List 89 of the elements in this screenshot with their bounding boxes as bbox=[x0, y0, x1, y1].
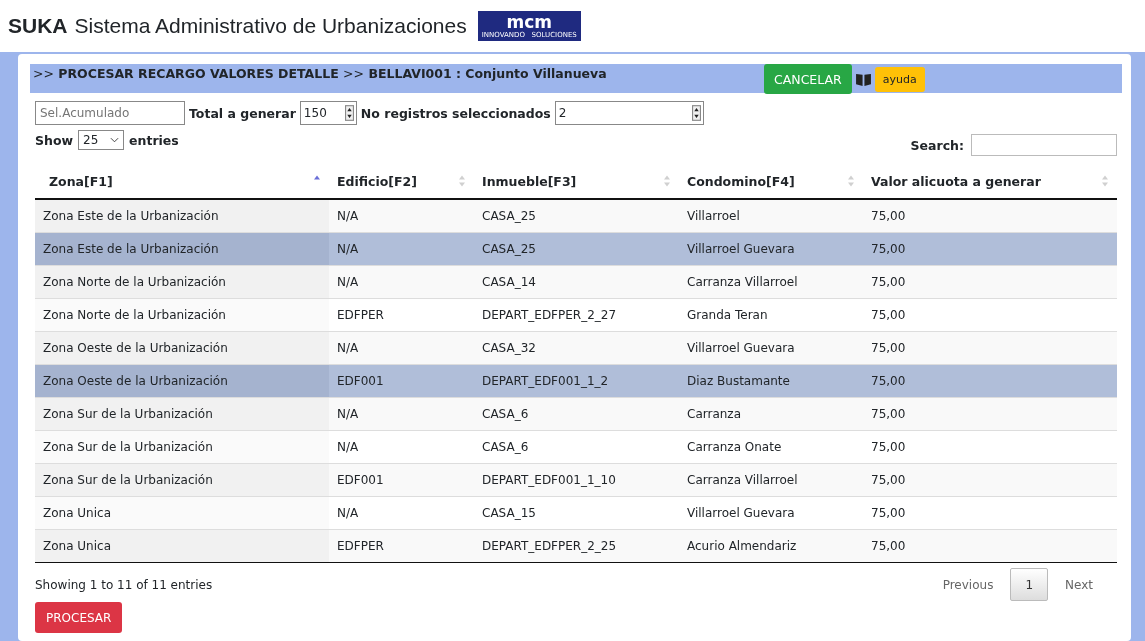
total-label: Total a generar bbox=[189, 105, 296, 121]
table-cell: DEPART_EDFPER_2_25 bbox=[474, 529, 679, 563]
accumulated-field[interactable]: Sel.Acumulado bbox=[35, 101, 185, 125]
total-field[interactable]: 150 bbox=[299, 101, 357, 125]
table-row[interactable]: Zona Sur de la Urbanización N/A CASA_6 Carranza Onate 75,00 bbox=[35, 430, 1117, 464]
table-cell: DEPART_EDF001_1_10 bbox=[474, 463, 679, 497]
table-cell: Zona Oeste de la Urbanización bbox=[35, 331, 329, 365]
search-label: Search: bbox=[910, 137, 964, 153]
table-row[interactable]: Zona Oeste de la Urbanización N/A CASA_32 Villarroel Guevara 75,00 bbox=[35, 331, 1117, 365]
table-cell: 75,00 bbox=[863, 397, 1117, 431]
table-cell: CASA_6 bbox=[474, 430, 679, 464]
help-button[interactable]: ayuda bbox=[874, 66, 925, 92]
table-row[interactable]: Zona Este de la Urbanización N/A CASA_25 Villarroel Guevara 75,00 bbox=[35, 232, 1117, 266]
table-cell: N/A bbox=[329, 430, 474, 464]
table-cell: 75,00 bbox=[863, 529, 1117, 563]
table-cell: EDF001 bbox=[329, 364, 474, 398]
table-row[interactable]: Zona Norte de la Urbanización N/A CASA_14 Carranza Villarroel 75,00 bbox=[35, 265, 1117, 299]
chevron-down-icon bbox=[110, 137, 120, 143]
table-row[interactable]: Zona Unica EDFPER DEPART_EDFPER_2_25 Acurio Almendariz 75,00 bbox=[35, 529, 1117, 563]
table-cell: EDFPER bbox=[329, 529, 474, 563]
table-row[interactable]: Zona Sur de la Urbanización EDF001 DEPART_EDF001_1_10 Carranza Villarroel 75,00 bbox=[35, 463, 1117, 497]
table-cell: Carranza Villarroel bbox=[679, 265, 863, 299]
table-cell: Zona Oeste de la Urbanización bbox=[35, 364, 329, 398]
table-cell: Villarroel Guevara bbox=[679, 331, 863, 365]
selected-count-field[interactable]: 2 bbox=[554, 101, 704, 125]
show-label: Show bbox=[35, 132, 74, 148]
table-cell: 75,00 bbox=[863, 463, 1117, 497]
table-cell: CASA_6 bbox=[474, 397, 679, 431]
search-field[interactable] bbox=[971, 134, 1117, 156]
table-cell: 75,00 bbox=[863, 298, 1117, 332]
table-cell: CASA_25 bbox=[474, 232, 679, 266]
table-cell: Villarroel Guevara bbox=[679, 496, 863, 530]
table-cell: N/A bbox=[329, 331, 474, 365]
table-cell: Carranza bbox=[679, 397, 863, 431]
app-brand: SUKA bbox=[8, 14, 68, 38]
table-cell: Carranza Villarroel bbox=[679, 463, 863, 497]
process-button[interactable]: PROCESAR bbox=[35, 602, 123, 633]
table-row[interactable]: Zona Este de la Urbanización N/A CASA_25 Villarroel 75,00 bbox=[35, 199, 1117, 233]
table-cell: 75,00 bbox=[863, 364, 1117, 398]
table-cell: Villarroel Guevara bbox=[679, 232, 863, 266]
table-cell: N/A bbox=[329, 265, 474, 299]
selected-count-label: No registros seleccionados bbox=[360, 105, 551, 121]
table-cell: 75,00 bbox=[863, 265, 1117, 299]
book-icon bbox=[855, 72, 871, 86]
table-cell: DEPART_EDFPER_2_27 bbox=[474, 298, 679, 332]
table-cell: DEPART_EDF001_1_2 bbox=[474, 364, 679, 398]
table-cell: CASA_15 bbox=[474, 496, 679, 530]
table-info: Showing 1 to 11 of 11 entries bbox=[35, 577, 213, 592]
spinner-icon[interactable] bbox=[691, 105, 701, 121]
next-button[interactable]: Next bbox=[1050, 568, 1108, 601]
table-cell: Zona Sur de la Urbanización bbox=[35, 397, 329, 431]
table-cell: Villarroel bbox=[679, 199, 863, 233]
table-cell: Acurio Almendariz bbox=[679, 529, 863, 563]
table-cell: EDFPER bbox=[329, 298, 474, 332]
app-title: Sistema Administrativo de Urbanizaciones bbox=[74, 14, 467, 38]
table-cell: N/A bbox=[329, 199, 474, 233]
table-cell: Granda Teran bbox=[679, 298, 863, 332]
table-cell: Zona Este de la Urbanización bbox=[35, 232, 329, 266]
spinner-icon[interactable] bbox=[344, 105, 354, 121]
table-cell: Zona Norte de la Urbanización bbox=[35, 298, 329, 332]
page-button[interactable]: 1 bbox=[1010, 568, 1049, 601]
table-cell: Zona Norte de la Urbanización bbox=[35, 265, 329, 299]
previous-button[interactable]: Previous bbox=[927, 568, 1009, 601]
entries-label: entries bbox=[129, 132, 179, 148]
table-cell: N/A bbox=[329, 397, 474, 431]
table-cell: N/A bbox=[329, 496, 474, 530]
table-cell: 75,00 bbox=[863, 496, 1117, 530]
table-cell: Zona Sur de la Urbanización bbox=[35, 463, 329, 497]
table-cell: 75,00 bbox=[863, 430, 1117, 464]
table-cell: CASA_14 bbox=[474, 265, 679, 299]
table-cell: 75,00 bbox=[863, 199, 1117, 233]
table-cell: CASA_25 bbox=[474, 199, 679, 233]
table-row[interactable]: Zona Norte de la Urbanización EDFPER DEPART_EDFPER_2_27 Granda Teran 75,00 bbox=[35, 298, 1117, 332]
table-cell: Zona Sur de la Urbanización bbox=[35, 430, 329, 464]
table-cell: Diaz Bustamante bbox=[679, 364, 863, 398]
table-row[interactable]: Zona Oeste de la Urbanización EDF001 DEPART_EDF001_1_2 Diaz Bustamante 75,00 bbox=[35, 364, 1117, 398]
table-cell: N/A bbox=[329, 232, 474, 266]
table-row[interactable]: Zona Sur de la Urbanización N/A CASA_6 Carranza 75,00 bbox=[35, 397, 1117, 431]
table-cell: CASA_32 bbox=[474, 331, 679, 365]
table-cell: Zona Unica bbox=[35, 496, 329, 530]
table-cell: EDF001 bbox=[329, 463, 474, 497]
table-cell: 75,00 bbox=[863, 232, 1117, 266]
table-cell: 75,00 bbox=[863, 331, 1117, 365]
table-cell: Zona Este de la Urbanización bbox=[35, 199, 329, 233]
table-row[interactable]: Zona Unica N/A CASA_15 Villarroel Guevara 75,00 bbox=[35, 496, 1117, 530]
table-cell: Carranza Onate bbox=[679, 430, 863, 464]
table-cell: Zona Unica bbox=[35, 529, 329, 563]
breadcrumb-text: >> PROCESAR RECARGO VALORES DETALLE >> BELLAVI001 : Conjunto Villanueva bbox=[32, 65, 607, 81]
entries-select[interactable]: 25 bbox=[78, 130, 125, 150]
